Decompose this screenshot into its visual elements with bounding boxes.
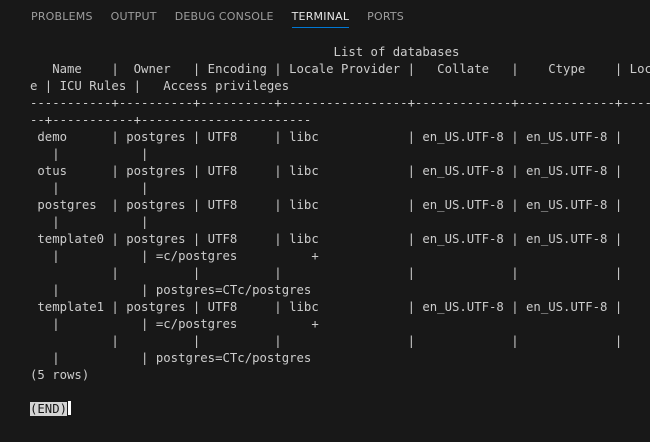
terminal-line: --+-----------+----------------------- (30, 113, 312, 127)
terminal-line: (5 rows) (30, 368, 90, 382)
terminal-line: List of databases (30, 45, 460, 59)
terminal-line: otus | postgres | UTF8 | libc | en_US.UT… (30, 164, 623, 178)
terminal-cursor (68, 401, 72, 415)
end-marker: (END) (30, 402, 68, 416)
terminal-line: | | (30, 215, 149, 229)
panel: PROBLEMS OUTPUT DEBUG CONSOLE TERMINAL P… (0, 0, 650, 442)
tab-terminal[interactable]: TERMINAL (283, 0, 359, 32)
terminal-line: | | =c/postgres + (30, 249, 319, 263)
terminal-line: | | (30, 181, 149, 195)
tab-problems[interactable]: PROBLEMS (22, 0, 102, 32)
terminal-line: | | | | | | (30, 334, 623, 348)
pager-prompt[interactable]: (END) (30, 401, 72, 418)
terminal-output[interactable]: List of databases Name | Owner | Encodin… (0, 32, 650, 442)
terminal-line: template1 | postgres | UTF8 | libc | en_… (30, 300, 623, 314)
terminal-line: | | (30, 147, 149, 161)
terminal-line: e | ICU Rules | Access privileges (30, 79, 290, 93)
terminal-line: | | postgres=CTc/postgres (30, 351, 312, 365)
panel-tab-bar: PROBLEMS OUTPUT DEBUG CONSOLE TERMINAL P… (0, 0, 650, 32)
terminal-line: template0 | postgres | UTF8 | libc | en_… (30, 232, 623, 246)
tab-label: PROBLEMS (31, 10, 93, 23)
terminal-line: postgres | postgres | UTF8 | libc | en_U… (30, 198, 623, 212)
tab-label: TERMINAL (291, 10, 350, 28)
tab-ports[interactable]: PORTS (358, 0, 413, 32)
tab-label: DEBUG CONSOLE (174, 10, 274, 23)
terminal-line: | | | | | | (30, 266, 623, 280)
terminal-line: | | =c/postgres + (30, 317, 319, 331)
tab-label: PORTS (367, 10, 404, 23)
tab-output[interactable]: OUTPUT (102, 0, 166, 32)
tab-debug-console[interactable]: DEBUG CONSOLE (166, 0, 283, 32)
tab-label: OUTPUT (110, 10, 157, 23)
terminal-line: -----------+----------+----------+------… (30, 96, 650, 110)
terminal-line: | | postgres=CTc/postgres (30, 283, 312, 297)
terminal-line: Name | Owner | Encoding | Locale Provide… (30, 62, 650, 76)
terminal-line: demo | postgres | UTF8 | libc | en_US.UT… (30, 130, 623, 144)
